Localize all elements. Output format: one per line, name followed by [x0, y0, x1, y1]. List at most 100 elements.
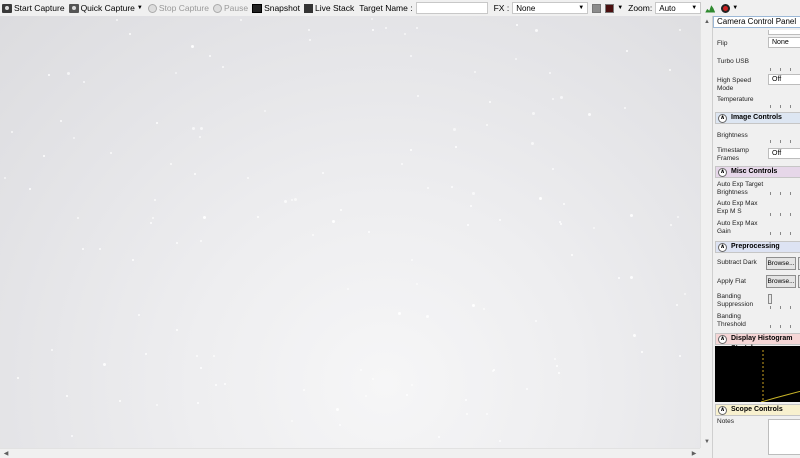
image-noise-speck [410, 149, 412, 151]
banding-suppression-slider[interactable] [768, 306, 800, 310]
histogram-icon[interactable] [705, 5, 716, 13]
stop-capture-button[interactable]: Stop Capture [146, 1, 211, 15]
scroll-up-icon[interactable]: ▲ [702, 17, 712, 27]
scope-controls-header[interactable]: ∧ Scope Controls [715, 404, 800, 416]
display-histogram-header[interactable]: ∧ Display Histogram Stretch [715, 333, 800, 352]
scroll-right-icon[interactable]: ▶ [689, 449, 699, 458]
auto-exp-max-ms-slider[interactable] [768, 213, 800, 217]
turbo-usb-slider[interactable] [768, 68, 800, 72]
target-name-input[interactable] [415, 2, 488, 14]
auto-exp-max-ms-label: Auto Exp Max Exp M S [717, 200, 758, 215]
top-control-partial[interactable] [768, 30, 800, 35]
preprocessing-header[interactable]: ∧ Preprocessing [715, 241, 800, 253]
banding-threshold-slider[interactable] [768, 325, 800, 329]
start-capture-button[interactable]: Start Capture [0, 1, 67, 15]
image-noise-speck [398, 312, 401, 315]
image-noise-speck [526, 388, 528, 390]
image-noise-speck [129, 33, 131, 35]
brightness-slider[interactable] [768, 140, 800, 144]
flip-label: Flip [717, 40, 728, 47]
flip-select[interactable]: None [768, 37, 800, 48]
live-stack-button[interactable]: Live Stack [302, 1, 356, 15]
auto-exp-max-gain-label: Auto Exp Max Gain [717, 220, 758, 235]
quick-capture-button[interactable]: Quick Capture [67, 1, 137, 15]
image-noise-speck [29, 188, 31, 190]
swatch-dropdown-icon[interactable]: ▼ [617, 5, 623, 11]
viewport-horizontal-scrollbar[interactable]: ◀ ▶ [0, 448, 700, 458]
banding-threshold-label: Banding Threshold [717, 313, 746, 328]
pause-button[interactable]: Pause [211, 1, 250, 15]
stop-icon [147, 3, 157, 13]
image-noise-speck [467, 224, 469, 226]
image-noise-speck [209, 55, 211, 57]
zoom-label: Zoom: [628, 3, 653, 13]
image-noise-speck [51, 349, 53, 351]
scroll-down-icon[interactable]: ▼ [702, 437, 712, 447]
subtract-dark-label: Subtract Dark [717, 259, 757, 266]
image-noise-speck [199, 136, 201, 138]
image-noise-speck [453, 128, 456, 131]
image-noise-speck [465, 399, 467, 401]
image-noise-speck [493, 369, 495, 371]
image-noise-speck [339, 424, 341, 426]
image-noise-speck [630, 276, 633, 279]
image-noise-speck [588, 113, 591, 116]
image-noise-speck [630, 214, 633, 217]
auto-exp-target-label: Auto Exp Target Brightness [717, 181, 764, 196]
fx-select[interactable]: None ▼ [512, 2, 589, 14]
image-noise-speck [294, 198, 297, 201]
image-noise-speck [77, 217, 79, 219]
image-noise-speck [515, 58, 517, 60]
magnifier-dropdown-icon[interactable]: ▼ [732, 5, 738, 11]
collapse-up-icon: ∧ [718, 114, 727, 123]
image-noise-speck [679, 355, 681, 357]
image-noise-speck [222, 66, 224, 68]
image-noise-speck [372, 378, 374, 380]
image-noise-speck [426, 315, 429, 318]
quick-capture-dropdown-icon[interactable]: ▼ [137, 5, 143, 11]
image-noise-speck [170, 163, 172, 165]
image-noise-speck [499, 219, 501, 221]
histogram-display[interactable] [715, 346, 800, 403]
color-swatch-gray[interactable] [592, 3, 602, 13]
image-noise-speck [416, 283, 418, 285]
image-noise-speck [71, 435, 73, 437]
image-noise-speck [194, 173, 196, 175]
temperature-slider[interactable] [768, 105, 800, 109]
image-noise-speck [360, 369, 362, 371]
auto-exp-max-gain-slider[interactable] [768, 232, 800, 236]
zoom-value: Auto [659, 3, 676, 13]
subtract-dark-browse-button[interactable]: Browse... [766, 257, 796, 270]
image-noise-speck [156, 404, 158, 406]
image-noise-speck [132, 259, 134, 261]
misc-controls-title: Misc Controls [731, 168, 778, 175]
image-noise-speck [535, 29, 538, 32]
capture-toolbar: Start Capture Quick Capture ▼ Stop Captu… [0, 0, 800, 16]
notes-textarea[interactable] [768, 419, 800, 455]
image-noise-speck [427, 187, 429, 189]
banding-suppression-slider-thumb[interactable] [768, 294, 772, 304]
color-swatch-red[interactable] [605, 3, 615, 13]
image-noise-speck [406, 394, 408, 396]
apply-flat-browse-button[interactable]: Browse... [766, 275, 796, 288]
scroll-left-icon[interactable]: ◀ [1, 449, 11, 458]
high-speed-select[interactable]: Off [768, 74, 800, 85]
image-noise-speck [66, 395, 68, 397]
misc-controls-header[interactable]: ∧ Misc Controls [715, 166, 800, 178]
zoom-select[interactable]: Auto ▼ [655, 2, 702, 14]
image-noise-speck [677, 216, 679, 218]
timestamp-frames-label: Timestamp Frames [717, 147, 749, 162]
image-noise-speck [411, 259, 413, 261]
viewport-vertical-scrollbar[interactable]: ▲ ▼ [700, 16, 712, 448]
snapshot-button[interactable]: Snapshot [250, 1, 302, 15]
image-noise-speck [176, 242, 178, 244]
timestamp-frames-select[interactable]: Off [768, 148, 800, 159]
apply-flat-label: Apply Flat [717, 278, 746, 285]
collapse-up-icon: ∧ [718, 406, 727, 415]
image-controls-header[interactable]: ∧ Image Controls [715, 112, 800, 124]
quick-capture-label: Quick Capture [80, 3, 135, 13]
camera-image-viewport[interactable] [0, 16, 700, 448]
auto-exp-target-slider[interactable] [768, 192, 800, 196]
magnifier-icon[interactable] [721, 3, 731, 13]
image-noise-speck [309, 39, 311, 41]
